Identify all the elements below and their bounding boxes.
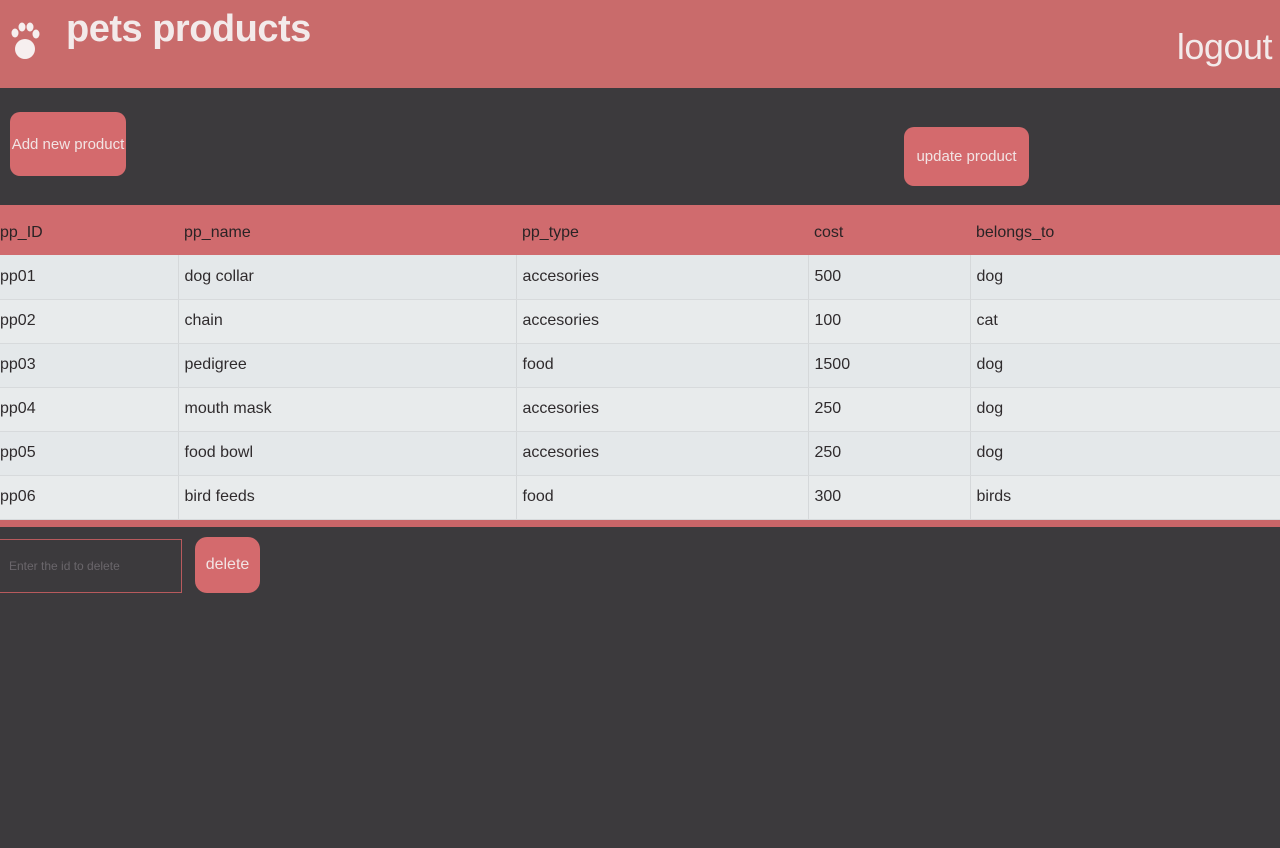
table-row[interactable]: pp06 bird feeds food 300 birds: [0, 475, 1280, 520]
delete-id-input[interactable]: [0, 539, 182, 593]
cell-pp-name: mouth mask: [178, 387, 517, 432]
cell-pp-name: food bowl: [178, 431, 517, 476]
cell-pp-type: accesories: [516, 299, 809, 344]
cell-pp-id: pp04: [0, 387, 179, 432]
column-header-pp-name[interactable]: pp_name: [178, 205, 516, 255]
cell-pp-id: pp01: [0, 255, 179, 300]
cell-pp-type: food: [516, 475, 809, 520]
table-row[interactable]: pp05 food bowl accesories 250 dog: [0, 431, 1280, 476]
cell-belongs-to: dog: [970, 255, 1280, 300]
cell-pp-name: bird feeds: [178, 475, 517, 520]
update-product-button[interactable]: update product: [904, 127, 1029, 186]
column-header-cost[interactable]: cost: [808, 205, 970, 255]
cell-belongs-to: cat: [970, 299, 1280, 344]
page-title: pets products: [66, 8, 311, 50]
cell-pp-type: accesories: [516, 431, 809, 476]
table-row[interactable]: pp01 dog collar accesories 500 dog: [0, 255, 1280, 300]
cell-pp-id: pp06: [0, 475, 179, 520]
cell-pp-id: pp03: [0, 343, 179, 388]
column-header-pp-type[interactable]: pp_type: [516, 205, 808, 255]
cell-pp-name: pedigree: [178, 343, 517, 388]
cell-cost: 250: [808, 431, 971, 476]
delete-button[interactable]: delete: [195, 537, 260, 593]
products-table-container: pp_ID pp_name pp_type cost belongs_to pp…: [0, 205, 1280, 527]
cell-pp-id: pp02: [0, 299, 179, 344]
table-header-row: pp_ID pp_name pp_type cost belongs_to: [0, 205, 1280, 255]
cell-belongs-to: dog: [970, 343, 1280, 388]
cell-cost: 250: [808, 387, 971, 432]
cell-pp-type: accesories: [516, 387, 809, 432]
cell-belongs-to: birds: [970, 475, 1280, 520]
table-row[interactable]: pp02 chain accesories 100 cat: [0, 299, 1280, 344]
cell-belongs-to: dog: [970, 387, 1280, 432]
cell-cost: 300: [808, 475, 971, 520]
products-table: pp_ID pp_name pp_type cost belongs_to pp…: [0, 205, 1280, 520]
cell-pp-id: pp05: [0, 431, 179, 476]
table-row[interactable]: pp03 pedigree food 1500 dog: [0, 343, 1280, 388]
add-product-button[interactable]: Add new product: [10, 112, 126, 176]
cell-pp-type: accesories: [516, 255, 809, 300]
column-header-pp-id[interactable]: pp_ID: [0, 205, 178, 255]
cell-belongs-to: dog: [970, 431, 1280, 476]
cell-cost: 500: [808, 255, 971, 300]
cell-pp-type: food: [516, 343, 809, 388]
app-header: pets products logout: [0, 0, 1280, 88]
cell-pp-name: chain: [178, 299, 517, 344]
paw-icon: [11, 22, 40, 59]
logout-button[interactable]: logout: [1177, 26, 1273, 68]
table-row[interactable]: pp04 mouth mask accesories 250 dog: [0, 387, 1280, 432]
cell-cost: 1500: [808, 343, 971, 388]
cell-pp-name: dog collar: [178, 255, 517, 300]
cell-cost: 100: [808, 299, 971, 344]
column-header-belongs-to[interactable]: belongs_to: [970, 205, 1280, 255]
